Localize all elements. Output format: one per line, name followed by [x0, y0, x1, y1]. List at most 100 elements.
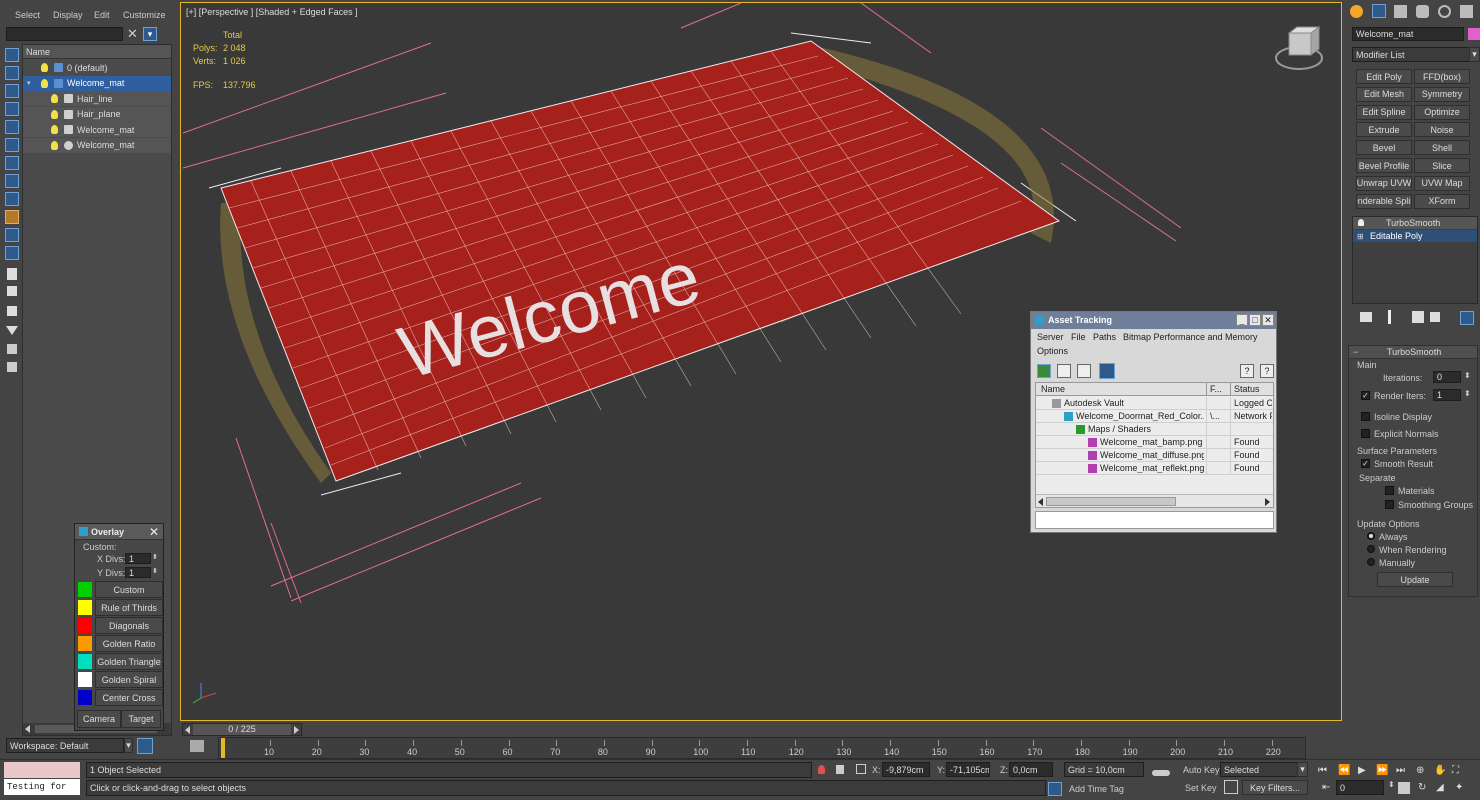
- key-mode-dropdown[interactable]: Selected: [1220, 762, 1298, 777]
- display-spacewarps-icon[interactable]: [5, 174, 19, 188]
- modifier-button[interactable]: Symmetry: [1414, 86, 1470, 102]
- list-view-icon[interactable]: [1057, 364, 1071, 378]
- display-containers-icon[interactable]: [5, 246, 19, 260]
- modifier-button[interactable]: Edit Spline: [1356, 104, 1412, 120]
- modifier-button[interactable]: Slice: [1414, 158, 1470, 173]
- scene-search-input[interactable]: [6, 27, 123, 41]
- overlay-item-button[interactable]: Golden Ratio: [95, 635, 163, 652]
- overlay-item-button[interactable]: Center Cross: [95, 689, 163, 706]
- key-filters-button[interactable]: Key Filters...: [1242, 780, 1308, 795]
- ydivs-spinner[interactable]: ⬍: [152, 567, 158, 575]
- smoothing-groups-checkbox[interactable]: [1385, 500, 1394, 509]
- key-mode-arrow[interactable]: ▾: [1297, 762, 1308, 777]
- render-iters-spinner[interactable]: ⬍: [1464, 389, 1471, 398]
- overlay-item-button[interactable]: Golden Spiral: [95, 671, 163, 688]
- menu-customize[interactable]: Customize: [123, 10, 166, 20]
- render-iters-input[interactable]: 1: [1433, 389, 1461, 401]
- time-tag-icon[interactable]: [1048, 782, 1062, 796]
- scene-tree-item[interactable]: Welcome_mat: [23, 122, 171, 137]
- asset-close-button[interactable]: ✕: [1262, 314, 1274, 326]
- overlay-color-swatch[interactable]: [78, 672, 92, 687]
- asset-hscrollbar[interactable]: [1036, 494, 1273, 507]
- pan-view-icon[interactable]: ✋: [1434, 765, 1446, 776]
- key-mode-toggle-icon[interactable]: ⇤: [1322, 782, 1330, 793]
- stack-item-turbosmooth[interactable]: TurboSmooth: [1353, 217, 1477, 229]
- asset-row[interactable]: Maps / Shaders: [1036, 423, 1273, 436]
- display-helpers-icon[interactable]: [5, 156, 19, 170]
- modifier-button[interactable]: Bevel Profile: [1356, 158, 1412, 173]
- scroll-left-icon[interactable]: [25, 725, 30, 733]
- modifier-button[interactable]: Extrude: [1356, 122, 1412, 138]
- asset-menu-file[interactable]: File: [1071, 332, 1086, 342]
- set-key-button[interactable]: Set Key: [1185, 783, 1217, 793]
- modifier-button[interactable]: Unwrap UVW: [1356, 175, 1412, 191]
- display-lights-icon[interactable]: [5, 120, 19, 134]
- explorer-name-header[interactable]: Name: [23, 45, 171, 59]
- time-slider[interactable]: 0 / 225: [182, 723, 302, 736]
- overlay-item-button[interactable]: Golden Triangle: [95, 653, 163, 670]
- col-f[interactable]: F...: [1210, 384, 1222, 394]
- overlay-color-swatch[interactable]: [78, 582, 92, 597]
- go-to-start-icon[interactable]: ⏮: [1318, 765, 1327, 776]
- isoline-checkbox[interactable]: [1361, 412, 1370, 421]
- col-name[interactable]: Name: [1041, 384, 1065, 394]
- zoom-extents-icon[interactable]: ⊕: [1416, 765, 1424, 776]
- xdivs-input[interactable]: 1: [125, 553, 151, 564]
- asset-path-field[interactable]: [1035, 511, 1274, 529]
- display-hidden-icon[interactable]: [7, 286, 17, 296]
- pin-stack-icon[interactable]: [1360, 312, 1372, 322]
- scene-tree-item[interactable]: Welcome_mat: [23, 137, 171, 153]
- auto-key-button[interactable]: Auto Key: [1183, 765, 1220, 775]
- manually-radio[interactable]: [1367, 558, 1375, 566]
- expand-plus-icon[interactable]: ⊞: [1357, 232, 1364, 241]
- visibility-lightbulb-icon[interactable]: [51, 125, 58, 134]
- asset-row[interactable]: Autodesk Vault Logged Ou: [1036, 397, 1273, 410]
- thumbnail-view-icon[interactable]: [1077, 364, 1091, 378]
- configure-sets-icon[interactable]: [1460, 311, 1474, 325]
- z-coord-input[interactable]: 0,0cm: [1009, 762, 1053, 777]
- modifier-button[interactable]: Noise: [1414, 122, 1470, 138]
- overlay-item-button[interactable]: Rule of Thirds: [95, 599, 163, 616]
- overlay-color-swatch[interactable]: [78, 690, 92, 705]
- time-config-icon[interactable]: [1398, 782, 1410, 794]
- col-status[interactable]: Status: [1234, 384, 1260, 394]
- stack-item-editable-poly[interactable]: ⊞ Editable Poly: [1353, 230, 1477, 242]
- clear-search-icon[interactable]: ✕: [127, 26, 138, 42]
- display-xrefs-icon[interactable]: [5, 210, 19, 224]
- absolute-mode-icon[interactable]: [856, 764, 866, 774]
- modifier-button[interactable]: Shell: [1414, 140, 1470, 156]
- asset-row[interactable]: Welcome_mat_diffuse.png Found: [1036, 449, 1273, 462]
- isolate-toggle-icon[interactable]: [818, 765, 825, 774]
- asset-maximize-button[interactable]: □: [1249, 314, 1261, 326]
- make-unique-icon[interactable]: [1412, 311, 1424, 323]
- workspace-arrow[interactable]: ▾: [124, 738, 133, 753]
- render-iters-checkbox[interactable]: ✓: [1361, 391, 1370, 400]
- scene-tree-item[interactable]: Hair_plane: [23, 106, 171, 122]
- hierarchy-tab-icon[interactable]: [1394, 5, 1407, 18]
- explicit-normals-checkbox[interactable]: [1361, 429, 1370, 438]
- motion-tab-icon[interactable]: [1416, 5, 1429, 18]
- prev-frame-icon[interactable]: [185, 726, 190, 734]
- ydivs-input[interactable]: 1: [125, 567, 151, 578]
- x-coord-input[interactable]: -9,879cm: [882, 762, 930, 777]
- object-color-swatch[interactable]: [1468, 28, 1480, 40]
- prev-key-icon[interactable]: ⏪: [1338, 765, 1350, 776]
- curve-editor-icon[interactable]: [190, 740, 204, 752]
- visibility-lightbulb-icon[interactable]: [51, 94, 58, 103]
- display-geometry-icon[interactable]: [5, 84, 19, 98]
- next-key-icon[interactable]: ⏩: [1376, 765, 1388, 776]
- modifier-button[interactable]: Optimize: [1414, 104, 1470, 120]
- viewport-label[interactable]: [+] [Perspective ] [Shaded + Edged Faces…: [186, 7, 358, 17]
- asset-titlebar[interactable]: Asset Tracking _ □ ✕: [1031, 312, 1276, 329]
- go-to-end-icon[interactable]: ⏭: [1396, 765, 1405, 776]
- display-none-icon[interactable]: [5, 48, 19, 62]
- maxscript-listener-input[interactable]: Testing for: [4, 779, 80, 795]
- expand-arrow-icon[interactable]: ▾: [27, 79, 37, 87]
- visibility-lightbulb-icon[interactable]: [41, 63, 48, 72]
- modifier-button[interactable]: Edit Mesh: [1356, 86, 1412, 102]
- sync-selection-icon[interactable]: [7, 344, 17, 354]
- current-frame-input[interactable]: 0: [1336, 780, 1384, 795]
- play-icon[interactable]: ▶: [1358, 765, 1366, 776]
- funnel-icon[interactable]: [6, 326, 18, 335]
- lightbulb-icon[interactable]: [1358, 219, 1364, 226]
